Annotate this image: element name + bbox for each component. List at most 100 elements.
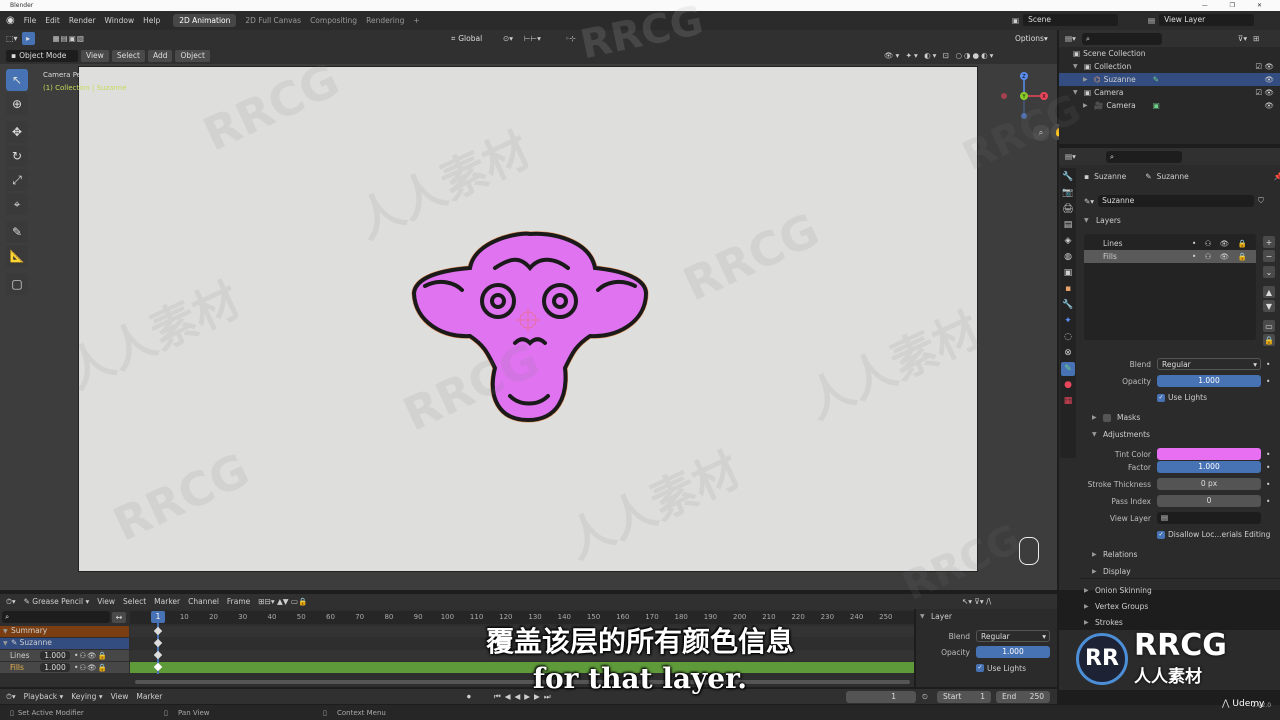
layer-toggles[interactable]: • ⚇ 👁 🔒	[1192, 239, 1250, 248]
remove-layer-button[interactable]: −	[1263, 250, 1275, 262]
tint-color-swatch[interactable]	[1157, 448, 1261, 460]
relations-header[interactable]: ▶ Relations	[1092, 550, 1137, 559]
grease-pencil-mode-dropdown[interactable]: ✎ Grease Pencil ▾	[24, 597, 90, 606]
object-tab-icon[interactable]: ▪	[1061, 282, 1075, 296]
onion-skinning-header[interactable]: ▶ Onion Skinning	[1084, 583, 1280, 597]
layer-toggles[interactable]: • ⚇ 👁 🔒	[1192, 252, 1250, 261]
navigation-gizmo[interactable]: Z X Y	[996, 68, 1056, 128]
properties-editor-icon[interactable]: ▤▾	[1065, 152, 1076, 161]
scene-tab-icon[interactable]: ◈	[1061, 234, 1075, 248]
menu-select[interactable]: Select	[111, 49, 145, 62]
move-layer-up-button[interactable]: ▲	[1263, 286, 1275, 298]
new-collection-icon[interactable]: ⊞	[1253, 34, 1259, 43]
eye-icon[interactable]: 👁	[1264, 101, 1274, 110]
menu-help[interactable]: Help	[143, 16, 160, 25]
rotate-tool-icon[interactable]: ↻	[6, 145, 28, 167]
menu-window[interactable]: Window	[105, 16, 135, 25]
keyframe-dot-icon[interactable]: •	[1266, 463, 1270, 472]
disallow-checkbox[interactable]: ✓	[1157, 530, 1165, 539]
render-tab-icon[interactable]: 📷	[1061, 186, 1075, 200]
tab-compositing[interactable]: Compositing	[310, 16, 357, 25]
suzanne-drawing[interactable]	[400, 228, 660, 428]
view-layer-selector[interactable]: ▤ View Layer	[1148, 14, 1255, 26]
measure-tool-icon[interactable]: 📐	[6, 245, 28, 267]
eye-icon[interactable]: 👁	[1264, 75, 1274, 84]
output-tab-icon[interactable]: 🖨	[1061, 202, 1075, 216]
modifier-tab-icon[interactable]: 🔧	[1061, 298, 1075, 312]
menu-object[interactable]: Object	[175, 49, 210, 62]
layer-mask-button[interactable]: ▭	[1263, 320, 1275, 332]
menu-edit[interactable]: Edit	[45, 16, 60, 25]
select-box-icon[interactable]: ▸	[21, 32, 35, 45]
dopesheet-right-icons[interactable]: ↖▾ ⊽▾ /\	[962, 597, 991, 606]
gp-datablock-icon[interactable]: ✎▾	[1084, 197, 1094, 206]
adjustments-header[interactable]: ▼ Adjustments	[1092, 430, 1150, 439]
effects-tab-icon[interactable]: ✦	[1061, 314, 1075, 328]
material-tab-icon[interactable]: ●	[1061, 378, 1075, 392]
filter-icon[interactable]: ⊽▾	[1238, 34, 1247, 43]
keyframe-dot-icon[interactable]: •	[1266, 450, 1270, 459]
stroke-thickness-field[interactable]: 0 px	[1157, 478, 1261, 490]
menu-render[interactable]: Render	[69, 16, 96, 25]
outliner-row[interactable]: ▣ Scene Collection	[1059, 47, 1280, 60]
cursor-tool-icon[interactable]: ⬚▾	[6, 34, 18, 43]
keyframe-dot-icon[interactable]: •	[1266, 497, 1270, 506]
layers-panel-header[interactable]: ▼ Layers	[1084, 216, 1121, 225]
annotate-tool-icon[interactable]: ✎	[6, 221, 28, 243]
keyframe-dot-icon[interactable]: •	[1266, 360, 1270, 369]
layer-item-lines[interactable]: Lines • ⚇ 👁 🔒	[1084, 237, 1256, 250]
scene-name[interactable]: Scene	[1023, 14, 1119, 26]
scale-tool-icon[interactable]: ⤢	[6, 169, 28, 191]
masks-checkbox[interactable]	[1103, 413, 1111, 422]
add-cube-tool-icon[interactable]: ▢	[6, 273, 28, 295]
move-tool-icon[interactable]: ✥	[6, 121, 28, 143]
menu-file[interactable]: File	[24, 16, 37, 25]
window-controls[interactable]: — ❐ ✕	[1202, 0, 1272, 11]
view-layer-tab-icon[interactable]: ▤	[1061, 218, 1075, 232]
outliner-search[interactable]: ⌕	[1081, 32, 1162, 45]
add-layer-button[interactable]: +	[1263, 236, 1275, 248]
display-header[interactable]: ▶ Display	[1092, 567, 1131, 576]
dopesheet-menu-view[interactable]: View	[97, 597, 115, 606]
select-mode-icons[interactable]: ▦▤▣▧	[53, 34, 85, 43]
masks-header[interactable]: ▶ Masks	[1092, 413, 1140, 422]
outliner-row[interactable]: ▼ ▣ Collection ☑ 👁	[1059, 60, 1280, 73]
layer-item-fills[interactable]: Fills • ⚇ 👁 🔒	[1084, 250, 1256, 263]
pass-index-field[interactable]: 0	[1157, 495, 1261, 507]
cursor-tool-icon[interactable]: ⊕	[6, 93, 28, 115]
scene-selector[interactable]: ▣ Scene	[1012, 14, 1119, 26]
menu-add[interactable]: Add	[147, 49, 173, 62]
visibility-toggles[interactable]: ☑ 👁	[1255, 88, 1274, 97]
pivot-icon[interactable]: ⊙▾	[503, 34, 513, 43]
blender-logo-icon[interactable]: ◉	[6, 15, 15, 26]
properties-search[interactable]: ⌕	[1105, 150, 1182, 163]
select-tool-icon[interactable]: ↖	[6, 69, 28, 91]
gp-data-tab-icon[interactable]: ✎	[1061, 362, 1075, 376]
keyframe-dot-icon[interactable]: •	[1266, 480, 1270, 489]
constraints-tab-icon[interactable]: ⊗	[1061, 346, 1075, 360]
outliner-row-selected[interactable]: ▶ ⌬ Suzanne ✎ 👁	[1059, 73, 1280, 86]
tab-2d-animation[interactable]: 2D Animation	[173, 14, 237, 27]
datablock-name[interactable]: Suzanne	[1098, 195, 1255, 207]
use-lights-checkbox[interactable]: ✓	[1157, 393, 1165, 402]
visibility-toggles[interactable]: ☑ 👁	[1255, 62, 1274, 71]
menu-view[interactable]: View	[81, 49, 109, 62]
disallow-row[interactable]: ✓ Disallow Loc...erials Editing	[1157, 530, 1270, 539]
opacity-slider[interactable]: 1.000	[1157, 375, 1261, 387]
tool-tab-icon[interactable]: 🔧	[1061, 170, 1075, 184]
keyframe-dot-icon[interactable]: •	[1266, 377, 1270, 386]
pin-icon[interactable]: 📌	[1274, 172, 1280, 181]
mode-dropdown[interactable]: ▪ Object Mode	[6, 49, 78, 62]
view-layer-field[interactable]: ▤	[1157, 512, 1261, 524]
vertex-groups-header[interactable]: ▶ Vertex Groups	[1084, 599, 1280, 613]
transform-orientation[interactable]: ⌗ Global	[446, 32, 498, 45]
world-tab-icon[interactable]: ◍	[1061, 250, 1075, 264]
visibility-overlay-icons[interactable]: 👁▾ ✦▾ ◐▾ ⊡ ○◑●◐▾	[884, 51, 995, 60]
factor-slider[interactable]: 1.000	[1157, 461, 1261, 473]
snap-icon[interactable]: ⊢⊢▾	[524, 34, 541, 43]
options-dropdown[interactable]: Options ▾	[1010, 32, 1053, 45]
view-layer-name[interactable]: View Layer	[1159, 14, 1255, 26]
move-layer-down-button[interactable]: ▼	[1263, 300, 1275, 312]
add-workspace-button[interactable]: +	[413, 16, 419, 25]
dopesheet-editor-icon[interactable]: ⏱▾	[6, 597, 16, 607]
